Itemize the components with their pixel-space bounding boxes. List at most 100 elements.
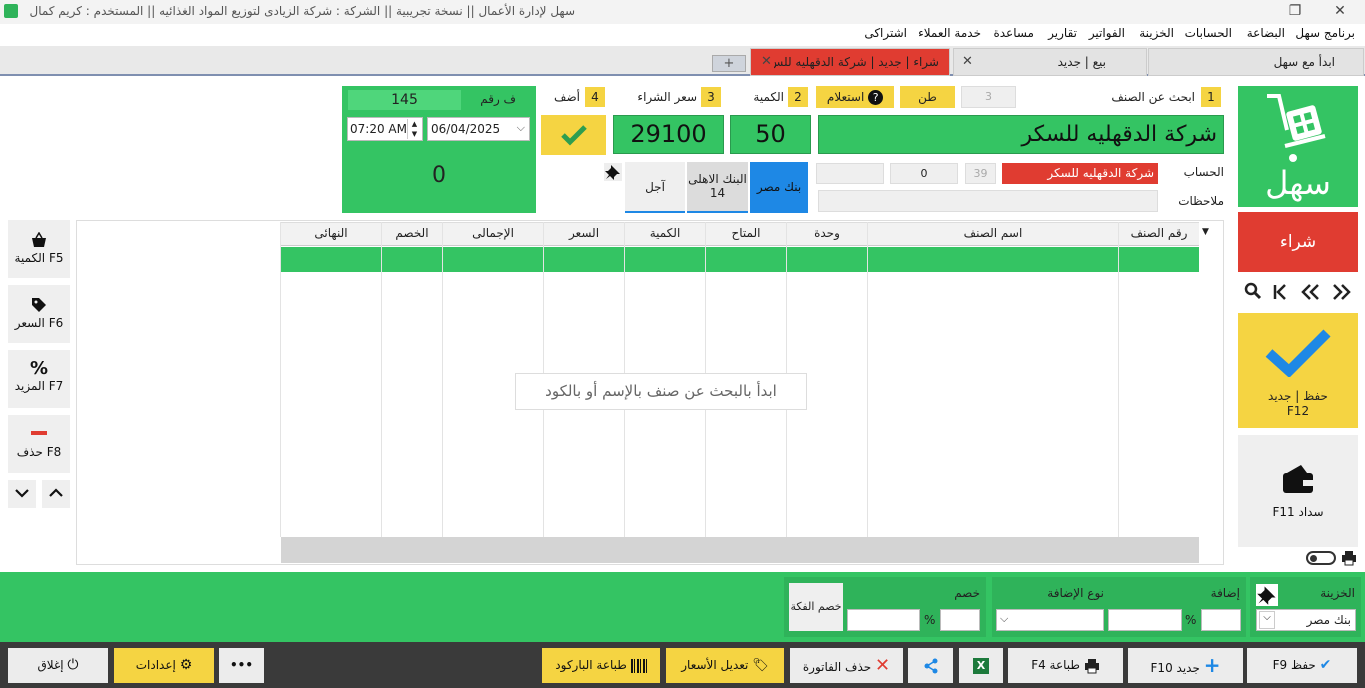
treasury-select[interactable]: بنك مصر ⌵ [1256, 609, 1356, 631]
print-icon[interactable] [1341, 550, 1357, 566]
title-bar: سهل لإدارة الأعمال || نسخة تجريبية || ال… [0, 0, 1365, 24]
pay-credit-button[interactable]: آجل [625, 162, 685, 213]
delete-tool-label: حذف F8 [16, 445, 62, 459]
col-item-code[interactable]: رقم الصنف [1119, 226, 1199, 240]
menu-subscription[interactable]: اشتراكى [864, 26, 907, 40]
item-search-input[interactable]: شركة الدقهليه للسكر [818, 115, 1224, 154]
col-item-name[interactable]: اسم الصنف [868, 226, 1118, 240]
menu-accounts[interactable]: الحسابات [1185, 26, 1232, 40]
gear-icon: ⚙ [179, 657, 193, 673]
pay-bank2-button[interactable]: البنك الاهلى 14 [687, 162, 748, 213]
col-price[interactable]: السعر [544, 226, 624, 240]
delete-invoice-button[interactable]: ✕ حذف الفاتورة [790, 648, 903, 683]
move-up-button[interactable] [42, 480, 70, 508]
menu-reports[interactable]: تقارير [1048, 26, 1077, 40]
discount-value-input[interactable] [847, 609, 920, 631]
add-tab-button[interactable]: + [712, 55, 746, 72]
grid-divider [381, 222, 382, 537]
close-button[interactable]: ⏻ إغلاق [8, 648, 108, 683]
chevron-down-icon[interactable]: ⌵ [517, 121, 525, 135]
discount-percent-input[interactable] [940, 609, 980, 631]
grid-divider [280, 222, 281, 537]
pay-bank-misr-button[interactable]: بنك مصر [750, 162, 808, 213]
price-input[interactable]: 29100 [613, 115, 724, 154]
print-barcode-button[interactable]: طباعة الباركود [542, 648, 660, 683]
payment-button[interactable]: سداد F11 [1238, 435, 1358, 547]
previous-record-button[interactable] [1300, 282, 1326, 304]
power-icon: ⏻ [67, 657, 79, 673]
close-icon[interactable]: ✕ [761, 49, 772, 75]
save-new-button[interactable]: حفظ | جديد F12 [1238, 313, 1358, 428]
tab-home[interactable]: ابدأ مع سهل [1148, 48, 1364, 76]
save-button[interactable]: ✔ حفظ F9 [1247, 648, 1357, 683]
grid-divider [867, 222, 868, 537]
grid-sort-icon[interactable]: ▼ [1202, 227, 1209, 237]
print-button[interactable]: طباعة F4 [1008, 648, 1123, 683]
qty-tool-button[interactable]: الكمية F5 [8, 220, 70, 278]
grid-input-row[interactable] [281, 247, 1199, 272]
menu-invoices[interactable]: الفواتير [1089, 26, 1125, 40]
menu-goods[interactable]: البضاعة [1247, 26, 1285, 40]
new-button[interactable]: + جديد F10 [1128, 648, 1243, 683]
col-total[interactable]: الإجمالى [443, 226, 543, 240]
tag-icon: 🏷 [752, 658, 769, 673]
date-picker[interactable]: 06/04/2025 ⌵ [427, 117, 530, 141]
col-unit[interactable]: وحدة [787, 226, 867, 240]
time-value: 07:20 AM [350, 122, 407, 136]
quantity-input[interactable]: 50 [730, 115, 811, 154]
invoice-number: 145 [348, 90, 461, 110]
toggle-switch[interactable] [1306, 551, 1336, 565]
step-4-badge: 4 [585, 87, 605, 107]
notes-input[interactable] [818, 190, 1158, 212]
close-window-button[interactable]: ✕ [1320, 0, 1360, 24]
first-record-button[interactable] [1270, 282, 1296, 304]
next-record-button[interactable] [1330, 282, 1356, 304]
addition-type-select[interactable]: ⌵ [996, 609, 1104, 631]
more-tool-button[interactable]: % المزيد F7 [8, 350, 70, 408]
close-icon[interactable]: ✕ [962, 49, 973, 75]
addition-percent-input[interactable] [1201, 609, 1241, 631]
pin-icon[interactable] [604, 163, 622, 181]
time-spinner-icon[interactable]: ▲ ▼ [407, 119, 421, 139]
add-item-button[interactable] [541, 115, 606, 155]
col-discount[interactable]: الخصم [382, 226, 442, 240]
col-final[interactable]: النهائى [281, 226, 381, 240]
time-picker[interactable]: 07:20 AM ▲ ▼ [347, 117, 423, 141]
unit-button[interactable]: طن [900, 86, 955, 108]
inquiry-button[interactable]: ? استعلام [816, 86, 894, 108]
delete-tool-button[interactable]: حذف F8 [8, 415, 70, 473]
save-label: حفظ F9 [1272, 658, 1316, 672]
col-available[interactable]: المتاح [706, 226, 786, 240]
chevron-down-icon[interactable]: ⌵ [1259, 611, 1275, 629]
share-button[interactable] [908, 648, 953, 683]
move-down-button[interactable] [8, 480, 36, 508]
inquiry-label: استعلام [826, 90, 865, 104]
grid-footer [281, 537, 1199, 563]
menu-treasury[interactable]: الخزينة [1139, 26, 1174, 40]
menu-customer-service[interactable]: خدمة العملاء [918, 26, 981, 40]
more-button[interactable]: ••• [219, 648, 264, 683]
addition-value-input[interactable] [1108, 609, 1182, 631]
restore-button[interactable]: ❐ [1275, 0, 1315, 24]
tab-buy[interactable]: ✕ شراء | جديد | شركة الدقهليه للس [750, 48, 950, 76]
cash-discount-button[interactable]: خصم الفكة [789, 583, 843, 631]
barcode-icon [630, 658, 647, 673]
check-icon [1265, 329, 1331, 377]
search-invoice-button[interactable] [1240, 282, 1266, 304]
account-name-field[interactable]: شركة الدقهليه للسكر [1002, 163, 1158, 184]
minus-icon [31, 431, 47, 435]
menu-program[interactable]: برنامج سهل [1295, 26, 1355, 40]
tab-sell[interactable]: ✕ بيع | جديد [953, 48, 1147, 76]
price-tool-button[interactable]: السعر F6 [8, 285, 70, 343]
settings-button[interactable]: ⚙ إعدادات [114, 648, 214, 683]
logo-card: سهل [1238, 86, 1358, 207]
menu-help[interactable]: مساعدة [993, 26, 1034, 40]
step-2-badge: 2 [788, 87, 808, 107]
chevron-down-icon[interactable]: ⌵ [1000, 612, 1008, 626]
col-quantity[interactable]: الكمية [625, 226, 705, 240]
print-label: طباعة F4 [1031, 658, 1080, 672]
treasury-pin-icon[interactable] [1256, 584, 1278, 606]
step-3-badge: 3 [701, 87, 721, 107]
export-excel-button[interactable]: X [959, 648, 1003, 683]
edit-prices-button[interactable]: 🏷 تعديل الأسعار [666, 648, 784, 683]
